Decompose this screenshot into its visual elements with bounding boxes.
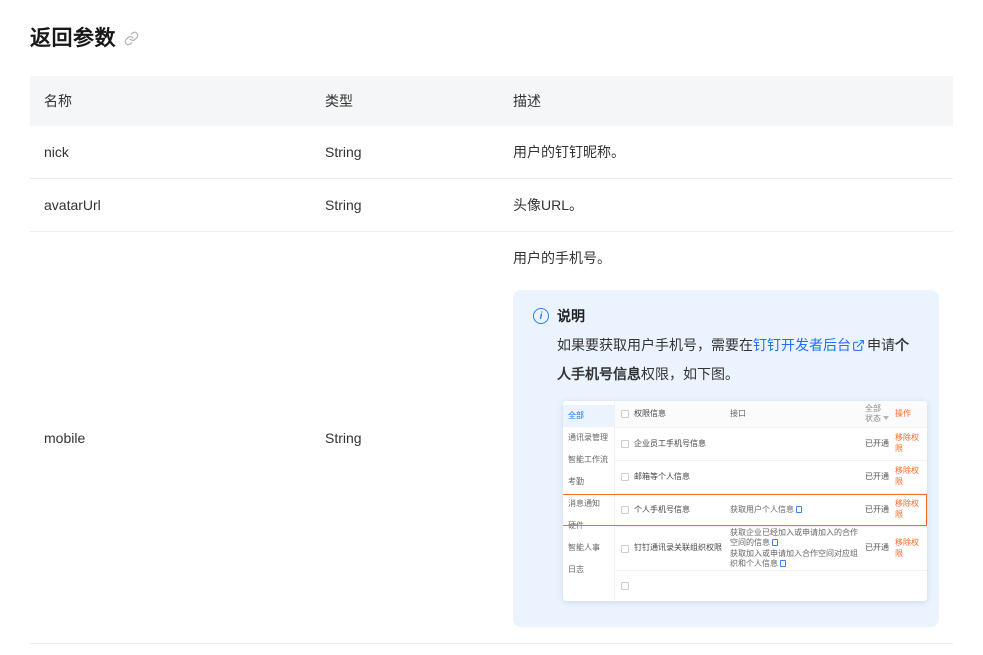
param-desc: 用户的钉钉昵称。	[499, 126, 953, 179]
permission-name: 企业员工手机号信息	[634, 438, 706, 448]
param-type: String	[311, 126, 499, 179]
api-label: 获取企业已经加入或申请加入的合作空间的信息	[730, 527, 858, 548]
screenshot-sidebar-item: 智能工作流	[568, 454, 608, 464]
screenshot-col-permission: 权限信息	[634, 408, 666, 418]
api-label: 获取用户个人信息	[730, 504, 794, 514]
permission-api: 获取用户个人信息	[730, 505, 865, 515]
screenshot-table-row: 钉钉通讯录关联组织权限 获取企业已经加入或申请加入的合作空间的信息 获取加入或申…	[615, 527, 927, 572]
param-desc: 用户的手机号。	[513, 250, 611, 266]
status-header-line: 全部	[865, 403, 881, 413]
screenshot-permission-table: 权限信息 接口 全部 状态 操作 企业员工手机号信息 已开通 移除权限 邮箱等个…	[563, 401, 927, 601]
param-type: String	[311, 231, 499, 645]
checkbox-icon	[621, 582, 629, 591]
checkbox-icon	[621, 544, 629, 553]
screenshot-table-row: 邮箱等个人信息 已开通 移除权限	[615, 461, 927, 494]
screenshot-table-header: 权限信息 接口 全部 状态 操作	[615, 401, 927, 428]
checkbox-icon	[621, 439, 629, 448]
section-heading: 返回参数	[30, 22, 953, 52]
screenshot-sidebar-item: 智能人事	[568, 542, 600, 552]
return-params-table: 名称 类型 描述 nick String 用户的钉钉昵称。 avatarUrl …	[30, 76, 953, 645]
col-header-desc: 描述	[499, 76, 953, 126]
screenshot-col-api: 接口	[730, 408, 746, 418]
screenshot-table-row-clipped	[615, 571, 927, 601]
param-name: avatarUrl	[30, 178, 311, 232]
note-header: i 说明	[533, 306, 919, 326]
table-row: avatarUrl String 头像URL。	[30, 178, 953, 232]
permission-status: 已开通	[865, 504, 889, 514]
screenshot-col-action: 操作	[895, 408, 911, 418]
api-line: 获取加入或申请加入合作空间对应组织和个人信息	[730, 549, 861, 570]
api-line: 获取用户个人信息	[730, 505, 861, 515]
note-text: 如果要获取用户手机号，需要在钉钉开发者后台 申请个人手机号信息权限，如下图。	[557, 332, 919, 387]
checkbox-icon	[621, 410, 629, 419]
checkbox-icon	[621, 505, 629, 514]
screenshot-sidebar-item: 日志	[568, 564, 584, 574]
permission-status: 已开通	[865, 438, 889, 448]
permission-name: 钉钉通讯录关联组织权限	[634, 543, 722, 553]
screenshot-table-row-highlighted: 个人手机号信息 获取用户个人信息 已开通 移除权限	[563, 493, 927, 527]
screenshot-col-status: 全部 状态	[865, 404, 895, 425]
screenshot-sidebar-item: 考勤	[568, 476, 584, 486]
param-name: nick	[30, 126, 311, 179]
embedded-screenshot: 全部 通讯录管理 智能工作流 考勤 消息通知 硬件 智能人事 日志 权限信息 接…	[563, 401, 927, 602]
remove-permission-action: 移除权限	[895, 466, 919, 486]
note-text-segment: 权限，如下图。	[641, 365, 739, 382]
api-label: 获取加入或申请加入合作空间对应组织和个人信息	[730, 548, 858, 568]
permission-status: 已开通	[865, 543, 889, 553]
screenshot-sidebar-item: 硬件	[568, 520, 584, 530]
page-title: 返回参数	[30, 27, 116, 50]
status-header-line: 状态	[865, 414, 881, 424]
api-line: 获取企业已经加入或申请加入的合作空间的信息	[730, 528, 861, 549]
param-desc-cell: 用户的手机号。 i 说明 如果要获取用户手机号，需要在钉钉开发者后台 申请个人手机…	[499, 231, 953, 645]
permission-api: 获取企业已经加入或申请加入的合作空间的信息 获取加入或申请加入合作空间对应组织和…	[730, 528, 865, 570]
remove-permission-action: 移除权限	[895, 433, 919, 453]
table-row-mobile: mobile String 用户的手机号。 i 说明 如果要获取用户手机号，需要…	[30, 231, 953, 645]
checkbox-icon	[621, 472, 629, 481]
param-name: mobile	[30, 231, 311, 645]
info-icon: i	[533, 308, 549, 324]
permission-status: 已开通	[865, 471, 889, 481]
external-link-icon	[852, 339, 865, 355]
link-label: 钉钉开发者后台	[753, 337, 851, 353]
param-type: String	[311, 178, 499, 232]
permission-name: 个人手机号信息	[634, 504, 690, 514]
filter-icon	[883, 416, 889, 421]
screenshot-table-row: 企业员工手机号信息 已开通 移除权限	[615, 428, 927, 461]
doc-page: 返回参数 名称 类型 描述 nick String 用户的钉钉昵称。 avata	[0, 0, 983, 645]
anchor-link-icon[interactable]	[124, 31, 139, 46]
param-desc: 头像URL。	[499, 178, 953, 232]
col-header-name: 名称	[30, 76, 311, 126]
note-text-segment: 申请	[867, 337, 895, 353]
params-header-row: 名称 类型 描述	[30, 76, 953, 126]
note-box: i 说明 如果要获取用户手机号，需要在钉钉开发者后台 申请个人手机号信息权限，如下…	[513, 290, 939, 628]
doc-icon	[796, 505, 802, 513]
screenshot-sidebar-item: 通讯录管理	[568, 432, 608, 442]
remove-permission-action: 移除权限	[895, 538, 919, 558]
note-text-segment: 如果要获取用户手机号，需要在	[557, 337, 753, 353]
doc-icon	[772, 539, 778, 547]
permission-name: 邮箱等个人信息	[634, 471, 690, 481]
developer-console-link[interactable]: 钉钉开发者后台	[753, 337, 867, 353]
doc-icon	[780, 559, 786, 567]
note-title: 说明	[557, 308, 585, 324]
screenshot-sidebar-item: 全部	[563, 405, 614, 428]
screenshot-sidebar-item: 消息通知	[568, 498, 600, 508]
screenshot-sidebar: 全部 通讯录管理 智能工作流 考勤 消息通知 硬件 智能人事 日志	[563, 401, 615, 602]
remove-permission-action: 移除权限	[895, 499, 919, 519]
table-row: nick String 用户的钉钉昵称。	[30, 126, 953, 179]
col-header-type: 类型	[311, 76, 499, 126]
